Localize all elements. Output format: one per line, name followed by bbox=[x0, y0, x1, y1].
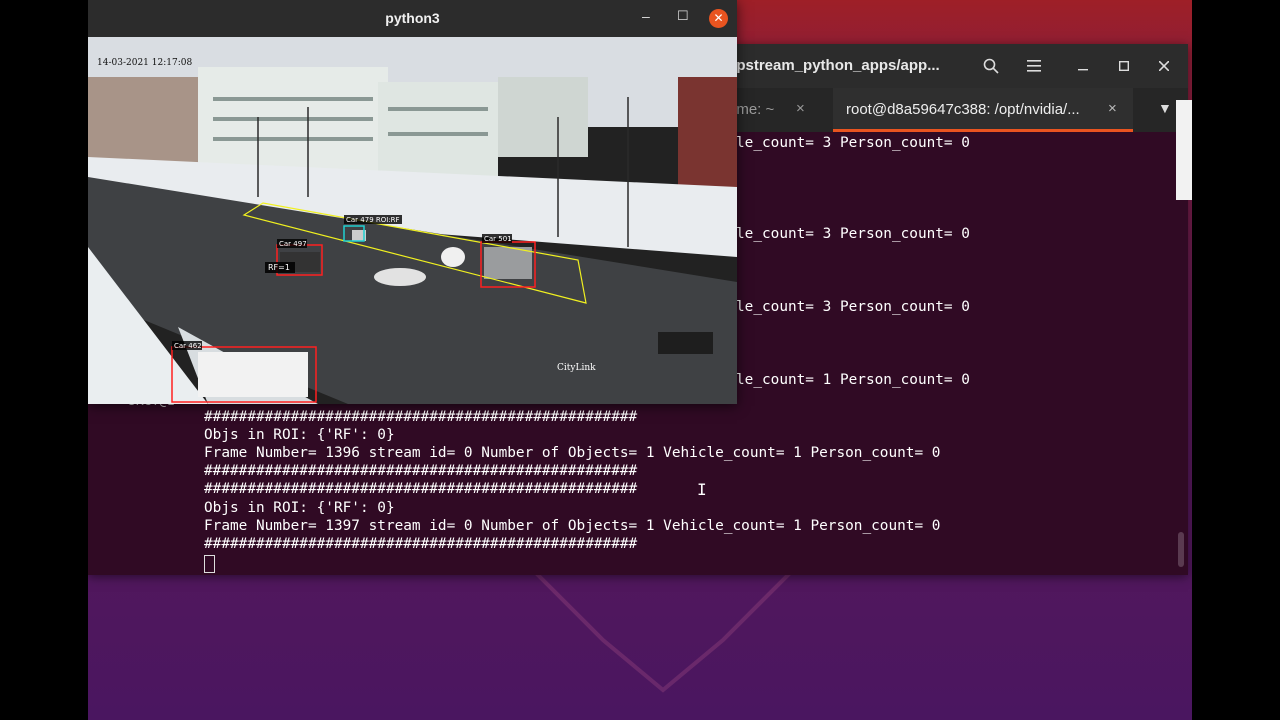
window-title: python3 bbox=[385, 10, 440, 26]
output-line: Objs in ROI: {'RF': 0} bbox=[204, 427, 395, 443]
terminal-cursor bbox=[204, 555, 215, 573]
output-line: le_count= 3 Person_count= 0 bbox=[736, 226, 970, 242]
hamburger-icon bbox=[1027, 60, 1041, 72]
output-line: ########################################… bbox=[204, 463, 638, 479]
detection-label: Car 497 bbox=[279, 240, 307, 248]
timestamp-overlay: 14-03-2021 12:17:08 bbox=[97, 58, 192, 68]
maximize-icon bbox=[1119, 61, 1129, 71]
output-line: Frame Number= 1397 stream id= 0 Number o… bbox=[204, 518, 941, 534]
tab-root[interactable]: root@d8a59647c388: /opt/nvidia/... × bbox=[833, 88, 1133, 132]
minimize-button[interactable] bbox=[1068, 52, 1098, 80]
maximize-icon[interactable]: ☐ bbox=[677, 8, 689, 24]
menu-button[interactable] bbox=[1019, 52, 1049, 80]
output-line: le_count= 3 Person_count= 0 bbox=[736, 135, 970, 151]
background-window-edge bbox=[1176, 100, 1192, 200]
detection-label: Car 479 ROI:RF bbox=[346, 216, 400, 224]
close-icon bbox=[1159, 61, 1169, 71]
terminal-title: epstream_python_apps/app... bbox=[728, 57, 940, 74]
tab-close-icon[interactable]: × bbox=[796, 100, 805, 117]
maximize-button[interactable] bbox=[1109, 52, 1139, 80]
close-icon[interactable]: ✕ bbox=[709, 9, 728, 28]
search-button[interactable] bbox=[976, 52, 1006, 80]
output-line: Frame Number= 1396 stream id= 0 Number o… bbox=[204, 445, 941, 461]
output-line: ########################################… bbox=[204, 409, 638, 425]
roi-count-label: RF=1 bbox=[268, 263, 290, 272]
i-beam-cursor-icon: I bbox=[697, 480, 707, 499]
street-scene: Car 497 Car 479 ROI:RF Car 501 Car 462 R… bbox=[88, 37, 737, 404]
ubuntu-wallpaper-logo bbox=[528, 568, 798, 693]
tab-root-label: root@d8a59647c388: /opt/nvidia/... bbox=[846, 101, 1080, 118]
output-line: ########################################… bbox=[204, 536, 638, 552]
detection-label: Car 501 bbox=[484, 235, 512, 243]
watermark: CityLink bbox=[557, 363, 596, 373]
search-icon bbox=[983, 58, 999, 74]
output-line: ########################################… bbox=[204, 481, 638, 497]
python3-titlebar[interactable]: python3 – ☐ ✕ bbox=[88, 0, 737, 37]
output-line: le_count= 3 Person_count= 0 bbox=[736, 299, 970, 315]
tab-dropdown-icon[interactable]: ▼ bbox=[1158, 100, 1172, 116]
python3-window[interactable]: python3 – ☐ ✕ Car 497 Car 479 ROI:RF Car… bbox=[88, 0, 737, 404]
terminal-scrollbar[interactable] bbox=[1178, 532, 1184, 567]
minimize-icon bbox=[1078, 69, 1088, 71]
output-line: le_count= 1 Person_count= 0 bbox=[736, 372, 970, 388]
tab-close-icon[interactable]: × bbox=[1108, 100, 1117, 117]
video-frame: Car 497 Car 479 ROI:RF Car 501 Car 462 R… bbox=[88, 37, 737, 404]
close-button[interactable] bbox=[1149, 52, 1179, 80]
detection-label: Car 462 bbox=[174, 342, 202, 350]
minimize-icon[interactable]: – bbox=[642, 8, 650, 24]
output-line: Objs in ROI: {'RF': 0} bbox=[204, 500, 395, 516]
